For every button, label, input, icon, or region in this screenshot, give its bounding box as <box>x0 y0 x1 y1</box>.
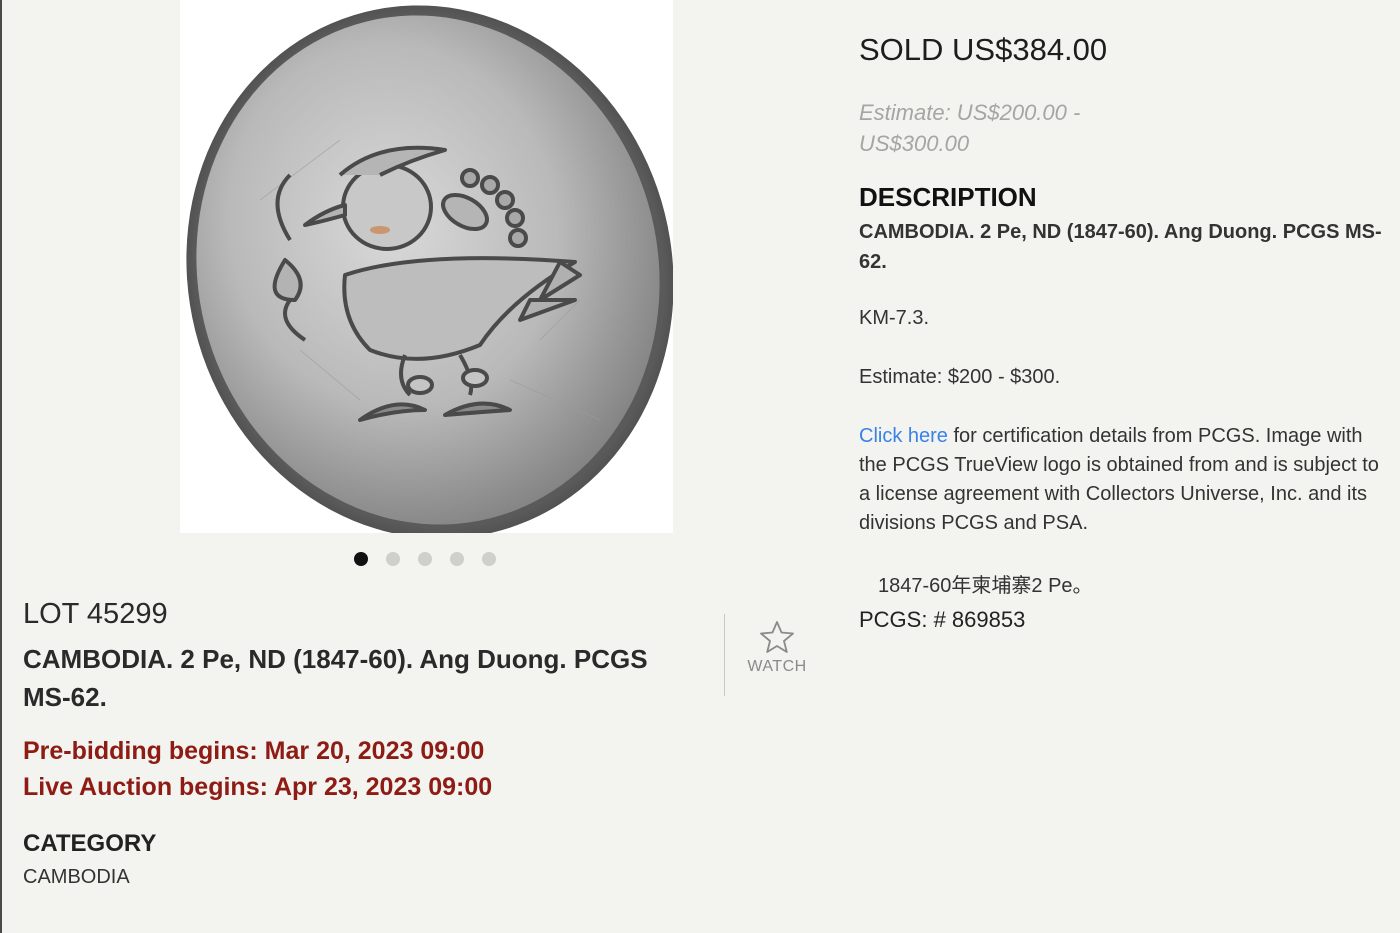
carousel-dot-3[interactable] <box>418 552 432 566</box>
watch-divider <box>724 614 725 696</box>
page-frame: LOT 45299 CAMBODIA. 2 Pe, ND (1847-60). … <box>0 0 1400 933</box>
category-heading: CATEGORY <box>23 830 157 857</box>
description-title: CAMBODIA. 2 Pe, ND (1847-60). Ang Duong.… <box>859 221 1382 273</box>
carousel-dot-2[interactable] <box>386 552 400 566</box>
lot-title: CAMBODIA. 2 Pe, ND (1847-60). Ang Duong.… <box>23 644 648 712</box>
live-auction-date: Live Auction begins: Apr 23, 2023 09:00 <box>23 773 493 801</box>
coin-image[interactable] <box>180 0 673 533</box>
coin-photo <box>186 5 673 533</box>
lot-number: LOT 45299 <box>23 598 168 630</box>
description-heading: DESCRIPTION <box>859 182 1037 212</box>
chinese-description: 1847-60年柬埔寨2 Pe。 <box>878 575 1093 597</box>
prebidding-date: Pre-bidding begins: Mar 20, 2023 09:00 <box>23 737 485 765</box>
carousel-dot-5[interactable] <box>482 552 496 566</box>
auction-dates: Pre-bidding begins: Mar 20, 2023 09:00 L… <box>23 733 492 805</box>
estimate-range: Estimate: US$200.00 - US$300.00 <box>859 100 1081 156</box>
km-reference: KM-7.3. <box>859 307 930 329</box>
sold-price: SOLD US$384.00 <box>859 32 1108 67</box>
watch-label: WATCH <box>747 658 807 675</box>
pcgs-number: PCGS: # 869853 <box>859 607 1026 632</box>
carousel-dot-1[interactable] <box>354 552 368 566</box>
star-outline-icon <box>760 621 794 653</box>
image-carousel-dots <box>354 552 496 566</box>
certification-link[interactable]: Click here <box>859 425 948 447</box>
carousel-dot-4[interactable] <box>450 552 464 566</box>
description-estimate: Estimate: $200 - $300. <box>859 366 1061 388</box>
certification-note: Click here for certification details fro… <box>859 422 1379 538</box>
category-value: CAMBODIA <box>23 866 130 888</box>
watch-button[interactable]: WATCH <box>742 620 812 676</box>
